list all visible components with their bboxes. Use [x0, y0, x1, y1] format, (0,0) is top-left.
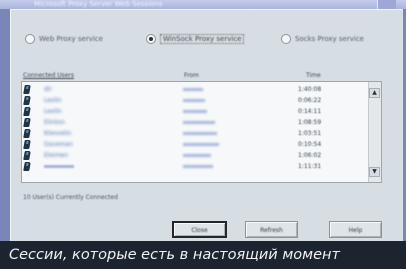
close-button[interactable]: Close	[172, 221, 227, 238]
row-time: 1:11:31	[298, 163, 322, 170]
row-user: Gaveman	[44, 141, 73, 148]
screenshot-frame: Microsoft Proxy Server Web Sessions Web …	[0, 0, 406, 269]
title-bar: Microsoft Proxy Server Web Sessions	[0, 0, 406, 9]
user-session-icon	[23, 85, 31, 94]
table-row[interactable]: Kleovelin 1:03:51	[22, 128, 368, 139]
row-from-blurred	[183, 121, 215, 124]
row-time: 1:40:08	[298, 86, 322, 93]
row-from-blurred	[183, 143, 219, 146]
radio-socks-proxy[interactable]: Socks Proxy service	[281, 32, 364, 46]
user-session-icon	[23, 118, 31, 127]
table-row[interactable]: Gaveman 0:10:54	[22, 139, 368, 150]
refresh-button[interactable]: Refresh	[245, 221, 298, 238]
radio-indicator-icon	[281, 34, 291, 44]
radio-indicator-icon	[25, 34, 35, 44]
column-header-from[interactable]: From	[184, 70, 199, 81]
row-from-blurred	[183, 132, 217, 135]
radio-winsock-proxy[interactable]: WinSock Proxy service	[146, 32, 245, 46]
user-session-icon	[23, 107, 31, 116]
table-row[interactable]: dir 1:40:08	[22, 84, 368, 95]
user-session-icon	[23, 151, 31, 160]
row-from-blurred	[183, 165, 213, 168]
help-button-label: Help	[348, 227, 363, 234]
row-time: 0:14:11	[298, 108, 322, 115]
user-session-icon	[23, 96, 31, 105]
user-session-icon	[23, 129, 31, 138]
user-session-icon	[23, 140, 31, 149]
table-row[interactable]: Leolin 0:06:22	[22, 95, 368, 106]
row-time: 0:06:22	[298, 97, 322, 104]
table-row[interactable]: 1:11:31	[22, 161, 368, 172]
window-title: Microsoft Proxy Server Web Sessions	[34, 0, 163, 8]
list-scrollbar[interactable]: ▲ ▼	[368, 82, 381, 182]
row-user-blurred	[44, 165, 74, 168]
row-time: 0:10:54	[298, 141, 322, 148]
radio-web-proxy[interactable]: Web Proxy service	[25, 32, 103, 46]
column-header-time[interactable]: Time	[306, 70, 321, 81]
help-button[interactable]: Help	[329, 221, 382, 238]
connected-users-status: 10 User(s) Currently Connected	[23, 194, 118, 201]
row-from-blurred	[183, 154, 211, 157]
row-user: Kleovelin	[44, 130, 72, 137]
row-from-blurred	[183, 88, 203, 91]
list-header: Connected Users From Time	[21, 70, 378, 81]
table-row[interactable]: Elinton 1:08:59	[22, 117, 368, 128]
radio-selected-icon	[146, 34, 156, 44]
chevron-up-icon[interactable]: ▲	[369, 88, 380, 98]
user-session-icon	[23, 162, 31, 171]
row-from-blurred	[183, 99, 205, 102]
row-user: Eleimen	[44, 152, 69, 159]
row-time: 1:06:02	[298, 152, 322, 159]
row-time: 1:08:59	[298, 119, 322, 126]
row-user: Elinton	[44, 119, 65, 126]
chevron-down-icon[interactable]: ▼	[369, 167, 380, 177]
row-user: Leolin	[44, 108, 62, 115]
sessions-list[interactable]: dir 1:40:08 Leolin 0:06:22 Leolin 0:14:1…	[21, 81, 382, 183]
row-user: Leolin	[44, 97, 62, 104]
refresh-button-label: Refresh	[260, 227, 283, 234]
close-button-label: Close	[191, 227, 208, 234]
column-header-user[interactable]: Connected Users	[23, 70, 74, 81]
image-caption: Сессии, которые есть в настоящий момент	[0, 241, 406, 269]
row-time: 1:03:51	[298, 130, 322, 137]
table-row[interactable]: Eleimen 1:06:02	[22, 150, 368, 161]
radio-web-proxy-label: Web Proxy service	[39, 35, 103, 43]
radio-socks-proxy-label: Socks Proxy service	[295, 35, 364, 43]
row-from-blurred	[183, 110, 207, 113]
row-user: dir	[44, 86, 52, 93]
dialog-window: Web Proxy service WinSock Proxy service …	[10, 9, 403, 242]
radio-winsock-proxy-label: WinSock Proxy service	[160, 34, 245, 44]
table-row[interactable]: Leolin 0:14:11	[22, 106, 368, 117]
close-icon[interactable]	[377, 0, 396, 9]
